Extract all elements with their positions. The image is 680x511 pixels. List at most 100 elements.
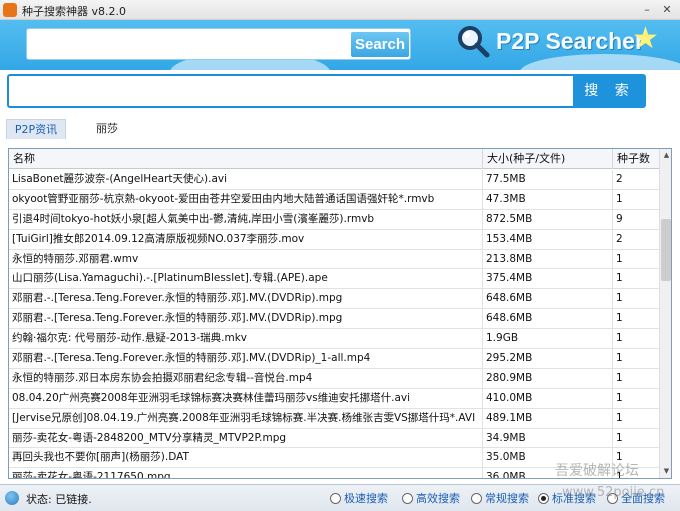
top-search-button[interactable]: Search [351,32,409,57]
table-row[interactable]: 08.04.20广州亮赛2008年亚洲羽毛球锦标赛决赛林佳蕾玛丽莎vs维迪安托挪… [9,388,659,409]
magnifier-icon [458,26,490,58]
cell-name: LisaBonet麗莎波奈-(AngelHeart天使心).avi [9,170,483,189]
logo-text: P2P Searcher [496,28,644,54]
title-bar: 种子搜索神器 v8.2.0 – ✕ [0,0,680,20]
cell-name: [Jervise兄原创]08.04.19.广州亮赛.2008年亚洲羽毛球锦标赛.… [9,408,483,428]
column-header-size[interactable]: 大小(种子/文件) [483,149,613,169]
search-mode-radio[interactable]: 高效搜索 [402,491,460,507]
column-header-name[interactable]: 名称 [9,149,483,169]
main-search-box: 搜 索 [7,74,646,108]
window-title: 种子搜索神器 v8.2.0 [22,5,126,18]
cell-seeds: 1 [616,312,623,325]
cell-seeds: 1 [616,411,623,424]
close-button[interactable]: ✕ [660,3,674,16]
cell-seeds: 1 [616,252,623,265]
cell-seeds: 1 [616,292,623,305]
table-row[interactable]: okyoot管野亚丽莎-杭京熱-okyoot-爱田由苍井空爱田由内地大陆普通话国… [9,189,659,210]
cell-name: okyoot管野亚丽莎-杭京熱-okyoot-爱田由苍井空爱田由内地大陆普通话国… [9,189,483,209]
vertical-scrollbar[interactable]: ▲ ▼ [659,149,671,478]
cell-size: 153.4MB [483,229,613,249]
column-header-seeds[interactable]: 种子数 [613,149,659,169]
table-row[interactable]: 引退4时间tokyo-hot妖小泉[超人氣美中出-鬱,清純,岸田小雪(濱峯麗莎)… [9,209,659,230]
cell-seeds: 1 [616,272,623,285]
p2p-logo: P2P Searcher ★ [456,21,659,66]
cell-size: 34.9MB [483,428,613,448]
cell-name: 山口丽莎(Lisa.Yamaguchi).-.[PlatinumBlesslet… [9,269,483,289]
search-mode-label: 极速搜索 [344,492,388,505]
cell-size: 489.1MB [483,408,613,428]
table-row[interactable]: 永恒的特丽莎.邓丽君.wmv 213.8MB 1 [9,249,659,270]
cell-name: 永恒的特丽莎.邓丽君.wmv [9,249,483,269]
top-search-input[interactable] [31,32,349,56]
cell-name: 引退4时间tokyo-hot妖小泉[超人氣美中出-鬱,清純,岸田小雪(濱峯麗莎)… [9,209,483,229]
cell-size: 213.8MB [483,249,613,269]
cell-seeds: 1 [616,352,623,365]
table-row[interactable]: 约翰·福尔克: 代号丽莎-动作.悬疑-2013-瑞典.mkv 1.9GB 1 [9,329,659,350]
watermark-url: www.52pojie.cn [562,485,665,500]
cell-seeds: 1 [616,371,623,384]
tab-p2p-news[interactable]: P2P资讯 [6,119,66,139]
scroll-down-icon[interactable]: ▼ [660,465,671,478]
table-row[interactable]: 永恒的特丽莎.邓日本房东协会拍摄邓丽君纪念专辑--音悦台.mp4 280.9MB 1 [9,368,659,389]
cell-name: 丽莎-卖花女-粤语-2117650.mpg [9,468,483,478]
cell-size: 648.6MB [483,309,613,329]
cell-seeds: 1 [616,391,623,404]
cell-name: 邓丽君.-.[Teresa.Teng.Forever.永恒的特丽莎.邓].MV.… [9,349,483,369]
cell-seeds: 9 [616,212,623,225]
cell-name: 邓丽君.-.[Teresa.Teng.Forever.永恒的特丽莎.邓].MV.… [9,289,483,309]
tab-lisa[interactable]: 丽莎 [96,119,118,139]
table-row[interactable]: LisaBonet麗莎波奈-(AngelHeart天使心).avi 77.5MB 2 [9,170,659,190]
star-icon: ★ [632,21,659,56]
cell-size: 280.9MB [483,368,613,388]
minimize-button[interactable]: – [640,3,654,16]
cell-size: 410.0MB [483,388,613,408]
search-mode-label: 常规搜索 [485,492,529,505]
radio-circle-icon[interactable] [471,493,482,504]
main-search-input[interactable] [13,79,568,103]
table-row[interactable]: 山口丽莎(Lisa.Yamaguchi).-.[PlatinumBlesslet… [9,269,659,290]
watermark: 吾爱破解论坛 [555,463,639,479]
search-mode-radio[interactable]: 极速搜索 [330,491,388,507]
cell-size: 47.3MB [483,189,613,209]
radio-circle-icon[interactable] [402,493,413,504]
cell-size: 77.5MB [483,170,613,189]
scroll-thumb[interactable] [661,219,671,281]
cell-name: 邓丽君.-.[Teresa.Teng.Forever.永恒的特丽莎.邓].MV.… [9,309,483,329]
cell-name: 再回头我也不要你[丽声](杨丽莎).DAT [9,448,483,468]
top-search-box: Search [26,28,411,60]
cell-seeds: 2 [616,173,623,185]
cell-seeds: 1 [616,431,623,444]
main-search-button[interactable]: 搜 索 [573,74,646,108]
radio-circle-icon[interactable] [538,493,549,504]
scroll-up-icon[interactable]: ▲ [660,149,671,162]
table-row[interactable]: 丽莎-卖花女-粤语-2848200_MTV分享精灵_MTVP2P.mpg 34.9… [9,428,659,449]
cell-size: 872.5MB [483,209,613,229]
cell-seeds: 1 [616,192,623,205]
search-mode-label: 高效搜索 [416,492,460,505]
cell-size: 375.4MB [483,269,613,289]
radio-circle-icon[interactable] [330,493,341,504]
cell-seeds: 2 [616,232,623,245]
table-row[interactable]: [TuiGirl]推女郎2014.09.12高清原版视频NO.037李丽莎.mo… [9,229,659,250]
status-text: 状态: 已链接. [26,493,92,506]
table-body: LisaBonet麗莎波奈-(AngelHeart天使心).avi 77.5MB 2… [9,170,659,478]
cell-size: 1.9GB [483,329,613,349]
table-row[interactable]: 邓丽君.-.[Teresa.Teng.Forever.永恒的特丽莎.邓].MV.… [9,309,659,330]
cell-name: 丽莎-卖花女-粤语-2848200_MTV分享精灵_MTVP2P.mpg [9,428,483,448]
table-row[interactable]: [Jervise兄原创]08.04.19.广州亮赛.2008年亚洲羽毛球锦标赛.… [9,408,659,429]
cell-size: 295.2MB [483,349,613,369]
cell-name: 永恒的特丽莎.邓日本房东协会拍摄邓丽君纪念专辑--音悦台.mp4 [9,368,483,388]
results-table: 名称 大小(种子/文件) 种子数 LisaBonet麗莎波奈-(AngelHea… [8,148,672,479]
cell-size: 648.6MB [483,289,613,309]
cell-seeds: 1 [616,332,623,345]
globe-icon [5,491,19,505]
banner: Search P2P Searcher ★ [0,20,680,70]
app-icon [3,3,17,17]
cell-name: 08.04.20广州亮赛2008年亚洲羽毛球锦标赛决赛林佳蕾玛丽莎vs维迪安托挪… [9,388,483,408]
table-row[interactable]: 邓丽君.-.[Teresa.Teng.Forever.永恒的特丽莎.邓].MV.… [9,349,659,369]
table-row[interactable]: 邓丽君.-.[Teresa.Teng.Forever.永恒的特丽莎.邓].MV.… [9,289,659,310]
cell-name: [TuiGirl]推女郎2014.09.12高清原版视频NO.037李丽莎.mo… [9,229,483,249]
tab-bar: P2P资讯 丽莎 [0,116,680,140]
search-mode-radio[interactable]: 常规搜索 [471,491,529,507]
cell-name: 约翰·福尔克: 代号丽莎-动作.悬疑-2013-瑞典.mkv [9,329,483,349]
